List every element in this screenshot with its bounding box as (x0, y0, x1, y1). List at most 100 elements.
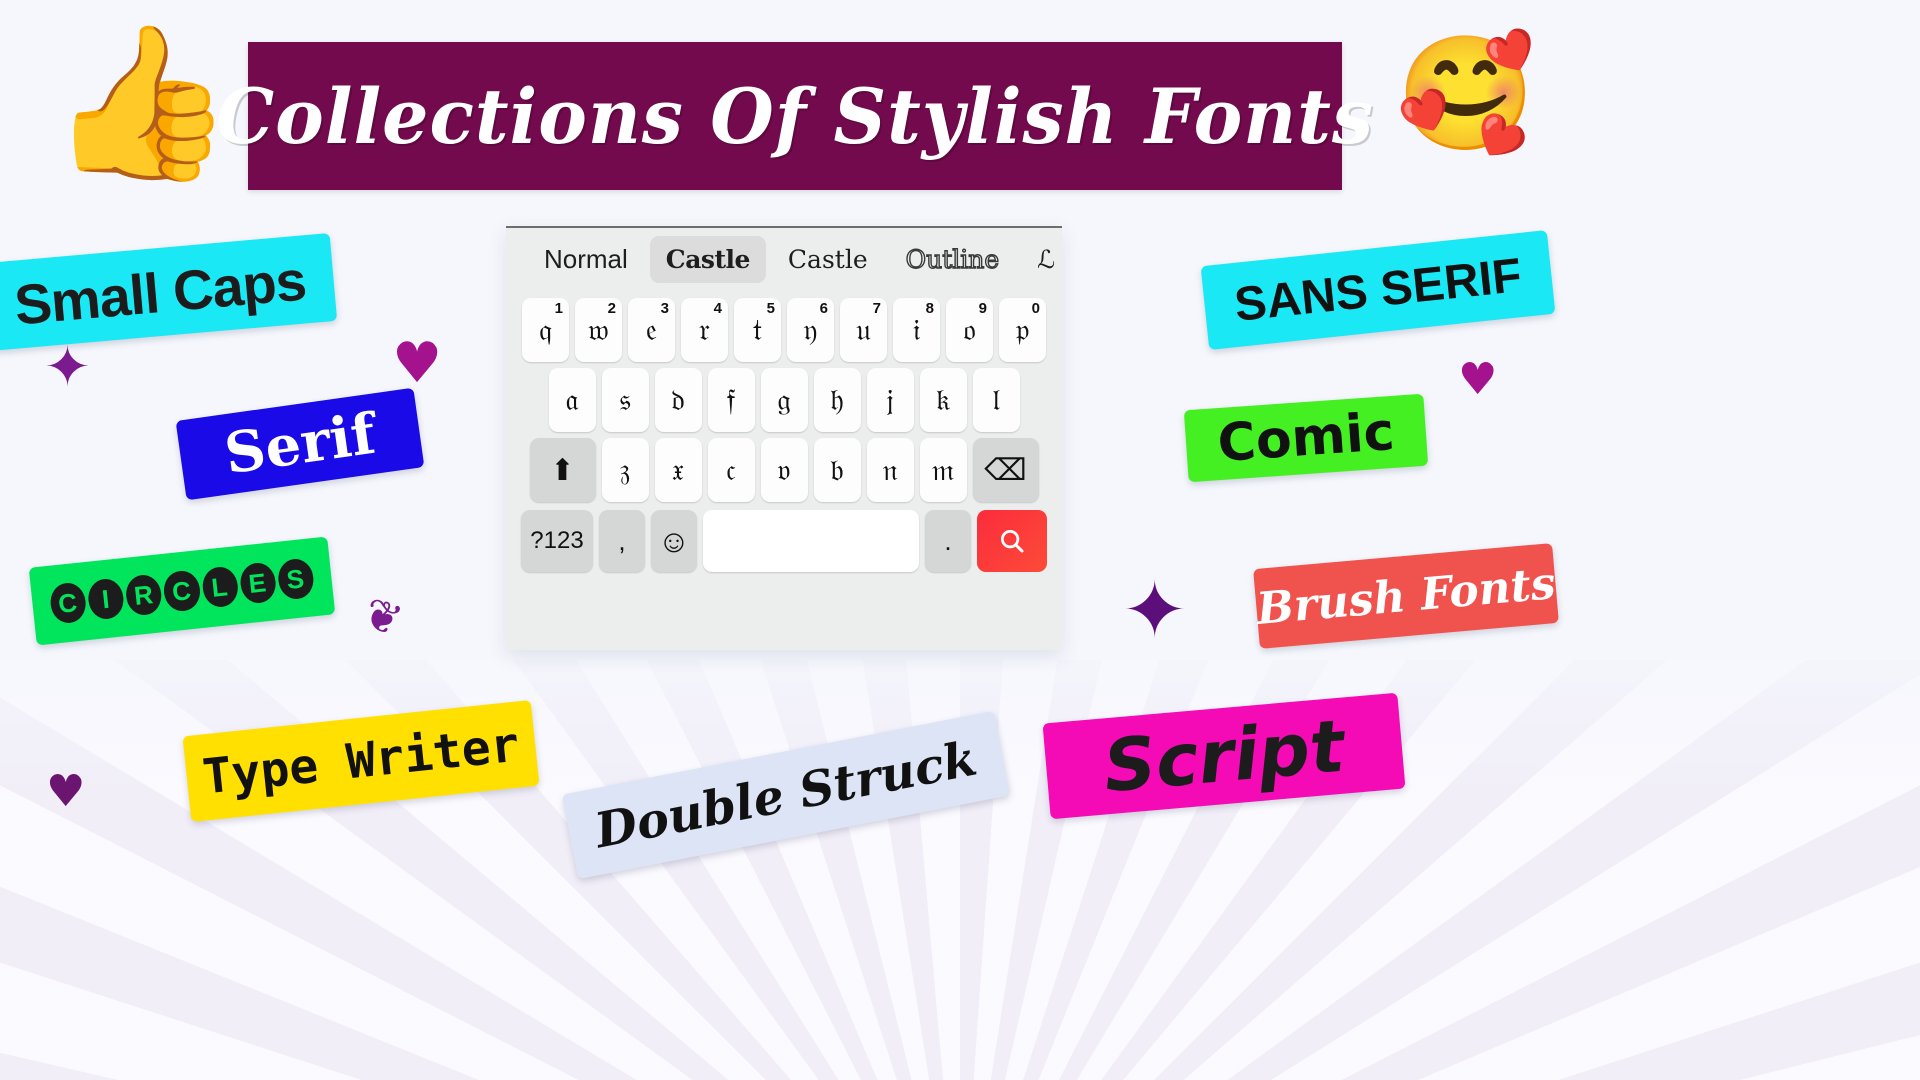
key-r1-5[interactable]: 6𝔶 (787, 298, 834, 362)
font-style-tab-bar: Normal Castle Castle Outline ℒ (506, 228, 1062, 290)
key-r1-8[interactable]: 9𝔬 (946, 298, 993, 362)
circle-letter-2: R (124, 573, 164, 617)
key-r3-0[interactable]: 𝔷 (601, 438, 649, 502)
key-glyph: 𝔵 (671, 452, 685, 488)
emoji-key-icon[interactable]: ☺ (651, 510, 697, 572)
key-glyph: 𝔰 (619, 382, 631, 418)
key-glyph: 𝔮 (538, 312, 553, 348)
key-r2-3[interactable]: 𝔣 (707, 368, 755, 432)
title-banner: Collections Of Stylish Fonts (216, 42, 1373, 190)
key-glyph: 𝔲 (856, 312, 871, 348)
keyboard-row-2: 𝔞𝔰𝔡𝔣𝔤𝔥𝔧𝔨𝔩 (506, 368, 1062, 432)
key-glyph: 𝔟 (830, 452, 844, 488)
key-glyph: 𝔭 (1015, 312, 1030, 348)
key-number-hint: 4 (713, 300, 722, 317)
keyboard-row-4: ?123 , ☺ . (506, 510, 1062, 572)
space-key[interactable] (703, 510, 919, 572)
font-tab-1[interactable]: Castle (649, 235, 766, 283)
keyboard-row-3: ⬆ 𝔷 𝔵 𝔠 𝔳 𝔟 𝔫𝔪 ⌫ (506, 438, 1062, 502)
font-tab-4[interactable]: ℒ (1021, 236, 1062, 283)
key-glyph: 𝔳 (777, 452, 791, 488)
circle-letter-3: C (162, 569, 202, 613)
sparkle-icon: ✦ (44, 335, 91, 400)
key-glyph: 𝔴 (588, 312, 609, 348)
key-glyph: 𝔦 (912, 312, 921, 348)
key-r2-8[interactable]: 𝔩 (972, 368, 1020, 432)
thumbs-up-emoji-icon: 👍 (48, 16, 235, 190)
comma-key[interactable]: , (599, 510, 645, 572)
circle-letter-4: L (200, 565, 240, 609)
key-number-hint: 3 (660, 300, 669, 317)
key-glyph: 𝔯 (699, 312, 710, 348)
key-glyph: 𝔧 (886, 382, 894, 418)
smiling-face-with-hearts-emoji-icon: 🥰 (1396, 29, 1536, 159)
font-tab-2[interactable]: Castle (772, 236, 884, 283)
key-number-hint: 0 (1031, 300, 1040, 317)
key-r1-1[interactable]: 2𝔴 (575, 298, 622, 362)
key-glyph: 𝔤 (777, 382, 791, 418)
key-glyph: 𝔪 (931, 452, 955, 488)
key-glyph: 𝔠 (726, 452, 736, 488)
key-r3-5[interactable]: 𝔫 (866, 438, 914, 502)
key-r2-7[interactable]: 𝔨 (919, 368, 967, 432)
circle-letter-1: I (86, 577, 126, 621)
backspace-icon: ⌫ (984, 452, 1027, 488)
period-key[interactable]: . (925, 510, 971, 572)
heart-icon: ♥ (1458, 354, 1498, 405)
key-r3-6[interactable]: 𝔪 (919, 438, 967, 502)
key-glyph: 𝔡 (671, 382, 685, 418)
key-r2-1[interactable]: 𝔰 (601, 368, 649, 432)
key-r1-0[interactable]: 1𝔮 (522, 298, 569, 362)
page-title: Collections Of Stylish Fonts (216, 71, 1374, 161)
key-number-hint: 1 (554, 300, 563, 317)
key-r3-3[interactable]: 𝔳 (760, 438, 808, 502)
key-glyph: 𝔞 (565, 382, 579, 418)
key-glyph: 𝔣 (726, 382, 736, 418)
key-number-hint: 7 (872, 300, 881, 317)
key-glyph: 𝔶 (803, 312, 818, 348)
circle-letter-0: C (48, 581, 88, 625)
shift-arrow-icon: ⬆ (549, 452, 576, 488)
symbols-key[interactable]: ?123 (521, 510, 593, 572)
key-r2-0[interactable]: 𝔞 (548, 368, 596, 432)
key-glyph: 𝔩 (992, 382, 1000, 418)
key-glyph: 𝔨 (935, 382, 951, 418)
heart-icon: ♥ (46, 766, 86, 817)
key-glyph: 𝔢 (645, 312, 658, 348)
key-glyph: 𝔬 (963, 312, 976, 348)
key-r1-7[interactable]: 8𝔦 (893, 298, 940, 362)
keyboard-preview-panel: Normal Castle Castle Outline ℒ 1𝔮2𝔴3𝔢4𝔯5𝔱6𝔶7… (506, 226, 1062, 650)
circle-letter-6: S (276, 557, 316, 601)
key-r3-2[interactable]: 𝔠 (707, 438, 755, 502)
key-number-hint: 5 (766, 300, 775, 317)
key-number-hint: 2 (607, 300, 616, 317)
key-r1-4[interactable]: 5𝔱 (734, 298, 781, 362)
backspace-key[interactable]: ⌫ (972, 438, 1039, 502)
key-r2-2[interactable]: 𝔡 (654, 368, 702, 432)
sparkle-icon: ✦ (1122, 566, 1188, 656)
shift-key[interactable]: ⬆ (529, 438, 596, 502)
key-r1-2[interactable]: 3𝔢 (628, 298, 675, 362)
font-tab-0[interactable]: Normal (528, 235, 644, 284)
key-r2-4[interactable]: 𝔤 (760, 368, 808, 432)
search-key[interactable] (977, 510, 1047, 572)
font-tab-3[interactable]: Outline (890, 236, 1016, 283)
key-glyph: 𝔥 (830, 382, 844, 418)
key-r3-1[interactable]: 𝔵 (654, 438, 702, 502)
circle-letter-5: E (238, 561, 278, 605)
key-r1-6[interactable]: 7𝔲 (840, 298, 887, 362)
keyboard-row-3-letters: 𝔷 𝔵 𝔠 𝔳 𝔟 𝔫𝔪 (601, 438, 967, 502)
key-number-hint: 9 (978, 300, 987, 317)
keyboard-row-1: 1𝔮2𝔴3𝔢4𝔯5𝔱6𝔶7𝔲8𝔦9𝔬0𝔭 (506, 298, 1062, 362)
key-glyph: 𝔱 (752, 312, 763, 348)
key-r2-6[interactable]: 𝔧 (866, 368, 914, 432)
search-icon (1001, 530, 1024, 553)
heart-icon: ♥ (392, 331, 443, 396)
key-r1-9[interactable]: 0𝔭 (999, 298, 1046, 362)
key-r3-4[interactable]: 𝔟 (813, 438, 861, 502)
key-number-hint: 6 (819, 300, 828, 317)
key-glyph: 𝔷 (619, 452, 631, 488)
key-glyph: 𝔫 (882, 452, 898, 488)
key-r1-3[interactable]: 4𝔯 (681, 298, 728, 362)
key-r2-5[interactable]: 𝔥 (813, 368, 861, 432)
